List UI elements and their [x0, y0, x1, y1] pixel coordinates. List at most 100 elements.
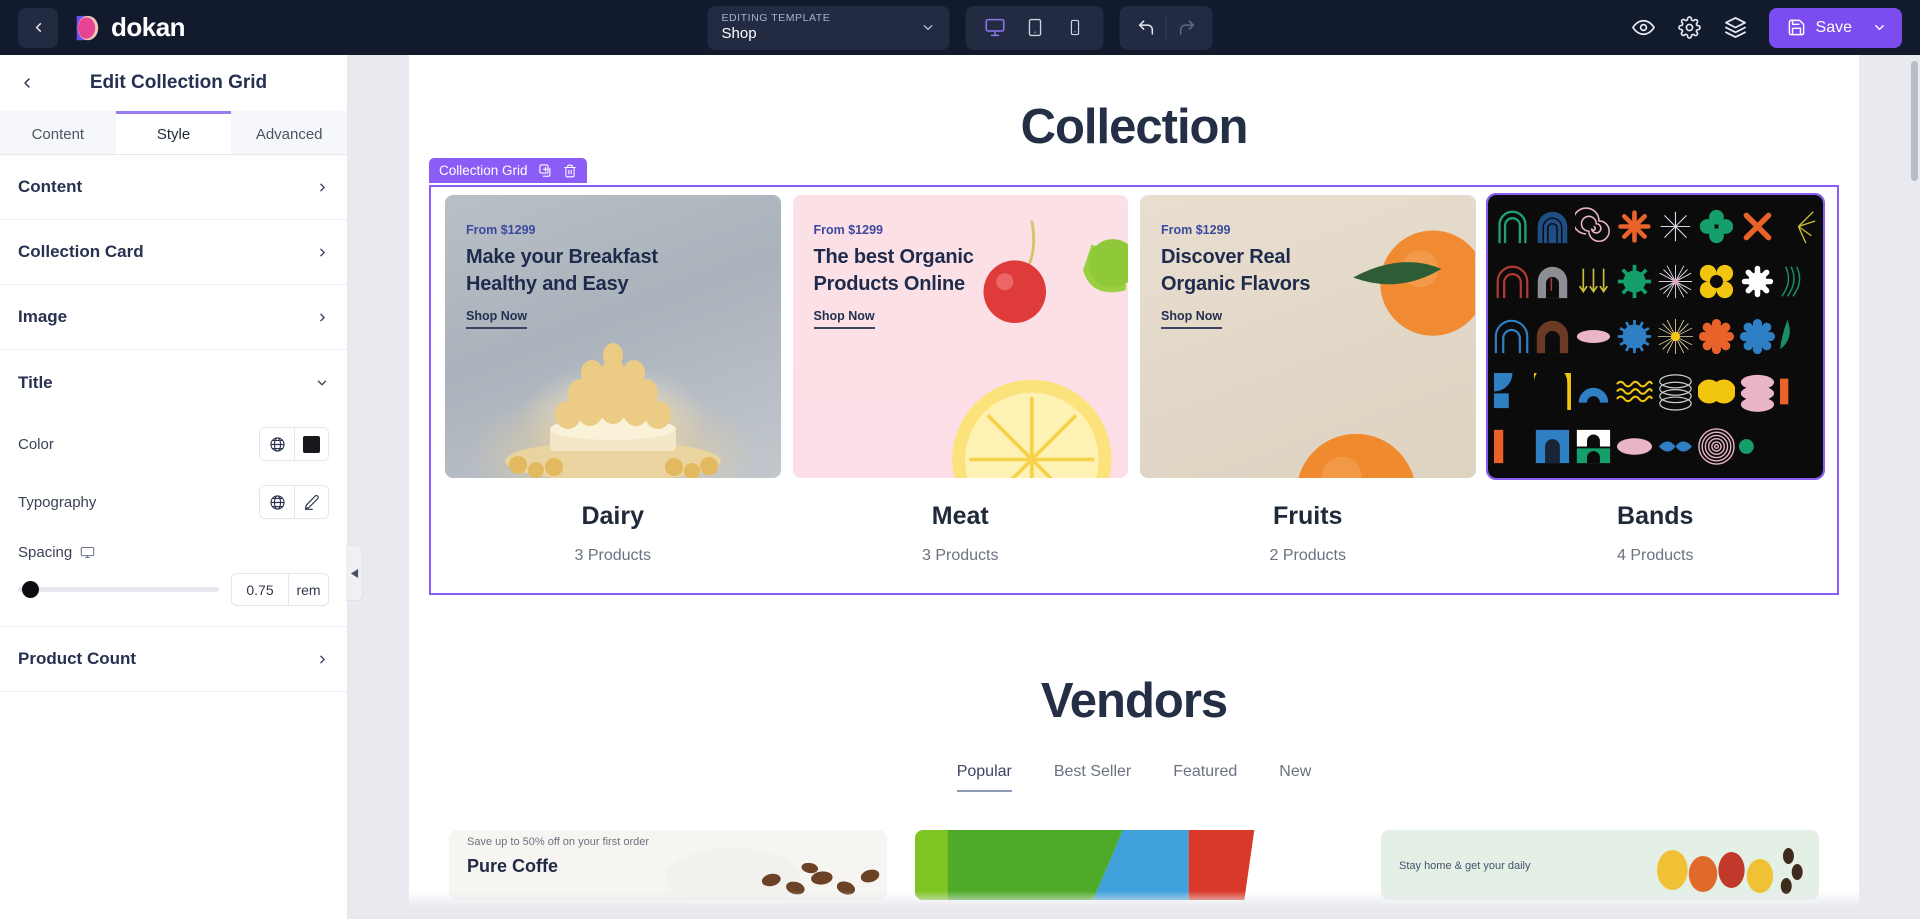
card-copy: From $1299 Discover Real Organic Flavors…: [1161, 223, 1310, 330]
shape-concentric-pink: [1698, 421, 1735, 472]
section-content[interactable]: Content: [0, 155, 347, 220]
section-product-count[interactable]: Product Count: [0, 627, 347, 692]
shape-arch-red: [1494, 256, 1531, 307]
shape-ellipse-pink: [1575, 311, 1612, 362]
device-tablet-button[interactable]: [1018, 11, 1052, 45]
card-headline-line1: Discover Real: [1161, 246, 1291, 268]
template-selector[interactable]: EDITING TEMPLATE Shop: [707, 5, 950, 50]
shape-bar-orange: [1493, 421, 1531, 472]
shape-sunburst-yellow: [1657, 311, 1694, 362]
spacing-input[interactable]: 0.75: [232, 574, 288, 605]
dairy-pastry-photo[interactable]: From $1299 Make your Breakfast Healthy a…: [445, 195, 781, 478]
shape-blank: [1780, 421, 1817, 472]
collection-card[interactable]: Bands 4 Products: [1482, 193, 1830, 565]
back-button[interactable]: [18, 7, 58, 48]
preview-button[interactable]: [1631, 15, 1657, 41]
collection-card[interactable]: From $1299 The best Organic Products Onl…: [787, 195, 1135, 565]
layers-button[interactable]: [1723, 15, 1749, 41]
collection-card[interactable]: From $1299 Make your Breakfast Healthy a…: [439, 195, 787, 565]
vendor-card[interactable]: Stay home & get your daily: [1381, 830, 1819, 900]
collection-grid-widget[interactable]: Collection Grid From $1299 Make your Bre…: [429, 158, 1839, 595]
brand-logo: dokan: [72, 12, 186, 43]
chevron-right-icon: [320, 655, 325, 663]
tab-advanced[interactable]: Advanced: [231, 111, 348, 154]
canvas-scrollbar[interactable]: [1911, 61, 1918, 181]
history-group: [1119, 5, 1213, 50]
topbar-center: EDITING TEMPLATE Shop: [707, 5, 1213, 50]
undo-button[interactable]: [1126, 11, 1166, 45]
settings-button[interactable]: [1677, 15, 1703, 41]
beige-oranges-photo[interactable]: From $1299 Discover Real Organic Flavors…: [1140, 195, 1476, 478]
device-toggle-group: [965, 5, 1104, 50]
shape-half-yellow: [1534, 366, 1572, 417]
panel-back-button[interactable]: [18, 75, 36, 91]
app-root: dokan EDITING TEMPLATE Shop Save Edit Co…: [0, 0, 1920, 919]
card-price: From $1299: [813, 223, 883, 237]
section-image[interactable]: Image: [0, 285, 347, 350]
slider-thumb[interactable]: [22, 581, 40, 598]
floppy-disk-icon: [1788, 19, 1804, 36]
vendor-tab-popular[interactable]: Popular: [956, 763, 1012, 792]
section-label: Image: [18, 307, 68, 326]
chevron-left-icon: [24, 78, 30, 88]
save-dropdown-button[interactable]: [1862, 20, 1896, 35]
title-typography-controls: [259, 485, 329, 519]
brand-name: dokan: [111, 12, 186, 42]
vendor-card[interactable]: [915, 830, 1353, 900]
section-title[interactable]: Title: [0, 350, 347, 415]
spacing-number-box: 0.75 rem: [231, 573, 329, 606]
vendor-card[interactable]: Save up to 50% off on your first order P…: [449, 830, 887, 900]
vendor-tab-featured[interactable]: Featured: [1173, 763, 1237, 792]
category-title: Fruits: [1273, 502, 1343, 530]
spacing-slider[interactable]: [18, 580, 219, 600]
device-mobile-button[interactable]: [1058, 11, 1092, 45]
tab-style[interactable]: Style: [115, 111, 232, 154]
dokan-logo-icon: [72, 13, 102, 43]
chevron-right-icon: [320, 248, 325, 256]
panel-collapse-handle[interactable]: [346, 545, 363, 601]
title-color-swatch-button[interactable]: [294, 428, 328, 460]
section-collection-card[interactable]: Collection Card: [0, 220, 347, 285]
widget-duplicate-button[interactable]: [538, 163, 553, 178]
triangle-left-icon: [350, 568, 358, 578]
save-button[interactable]: Save: [1768, 7, 1902, 48]
shape-blob-orange: [1698, 311, 1735, 362]
duplicate-icon: [538, 164, 550, 177]
shape-gate-blue: [1534, 421, 1571, 472]
shop-now-link[interactable]: Shop Now: [1161, 309, 1223, 330]
chevron-down-icon: [923, 25, 933, 30]
device-desktop-button[interactable]: [978, 11, 1012, 45]
vendor-tab-best-seller[interactable]: Best Seller: [1054, 763, 1131, 792]
vendor-tab-new[interactable]: New: [1279, 763, 1311, 792]
pink-citrus-photo[interactable]: From $1299 The best Organic Products Onl…: [792, 195, 1128, 478]
shape-blob-blue: [1739, 311, 1776, 362]
shape-flower-white: [1739, 256, 1776, 307]
title-spacing-label-row: Spacing: [18, 531, 329, 573]
eye-icon: [1632, 19, 1655, 36]
undo-icon: [1138, 20, 1153, 35]
shape-bowtie-yellow: [1698, 256, 1735, 307]
title-typography-edit-button[interactable]: [294, 486, 328, 518]
spacing-unit-select[interactable]: rem: [288, 574, 328, 605]
widget-delete-button[interactable]: [563, 164, 577, 178]
topbar-left: dokan: [18, 7, 186, 48]
page-preview: Collection Collection Grid From $1299 Ma…: [409, 55, 1859, 919]
collection-card[interactable]: From $1299 Discover Real Organic Flavors…: [1134, 195, 1482, 565]
shop-now-link[interactable]: Shop Now: [466, 309, 528, 330]
title-color-row: Color: [18, 415, 329, 473]
tab-content[interactable]: Content: [0, 111, 116, 154]
workspace: Edit Collection Grid Content Style Advan…: [0, 55, 1920, 919]
product-count: 3 Products: [922, 547, 999, 564]
shape-arch-brown: [1534, 311, 1571, 362]
section-label: Content: [18, 177, 83, 196]
redo-button[interactable]: [1167, 11, 1207, 45]
coffee-beans-photo: [665, 848, 880, 900]
title-typography-global-button[interactable]: [260, 486, 294, 518]
card-headline-line2: Products Online: [813, 272, 966, 295]
abstract-shapes-photo[interactable]: [1485, 193, 1825, 480]
shape-wave-yellow: [1616, 366, 1654, 417]
chevron-right-icon: [320, 183, 325, 191]
shop-now-link[interactable]: Shop Now: [813, 309, 875, 330]
gear-icon: [1678, 16, 1701, 39]
title-color-global-button[interactable]: [260, 428, 294, 460]
